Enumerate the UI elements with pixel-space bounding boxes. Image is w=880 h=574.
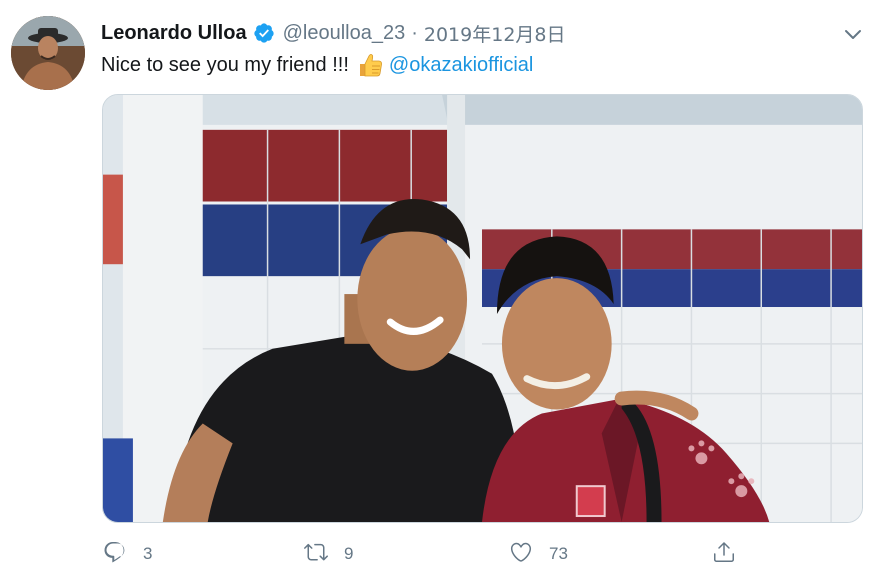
mention-link[interactable]: @okazakiofficial <box>389 51 533 79</box>
author-handle[interactable]: @leoulloa_23 <box>283 22 406 45</box>
thumbs-up-icon <box>357 52 383 78</box>
tweet-actions: 3 9 73 <box>0 540 880 568</box>
avatar[interactable] <box>11 16 85 90</box>
like-button[interactable]: 73 <box>509 540 568 568</box>
avatar-image <box>11 16 85 90</box>
retweet-icon <box>304 540 328 569</box>
reply-count: 3 <box>143 544 153 563</box>
retweet-count: 9 <box>344 544 354 563</box>
reply-icon <box>103 540 127 569</box>
like-count: 73 <box>549 544 568 563</box>
tweet[interactable]: Leonardo Ulloa @leoulloa_23 · 2019年12月8日… <box>0 0 880 574</box>
tweet-date[interactable]: 2019年12月8日 <box>424 20 566 47</box>
chevron-down-icon[interactable] <box>841 22 865 46</box>
tweet-text: Nice to see you my friend !!! @okazakiof… <box>101 51 533 79</box>
author-name[interactable]: Leonardo Ulloa <box>101 22 247 45</box>
heart-icon <box>509 540 533 569</box>
verified-badge-icon <box>253 22 275 44</box>
share-icon <box>712 540 736 569</box>
retweet-button[interactable]: 9 <box>304 540 353 568</box>
reply-button[interactable]: 3 <box>103 540 152 568</box>
share-button[interactable] <box>712 540 736 568</box>
tweet-body: Nice to see you my friend !!! <box>101 54 349 76</box>
tweet-header: Leonardo Ulloa @leoulloa_23 · 2019年12月8日 <box>101 20 566 46</box>
separator-dot: · <box>411 21 418 44</box>
photo-image <box>103 95 862 522</box>
tweet-photo[interactable] <box>102 94 863 523</box>
